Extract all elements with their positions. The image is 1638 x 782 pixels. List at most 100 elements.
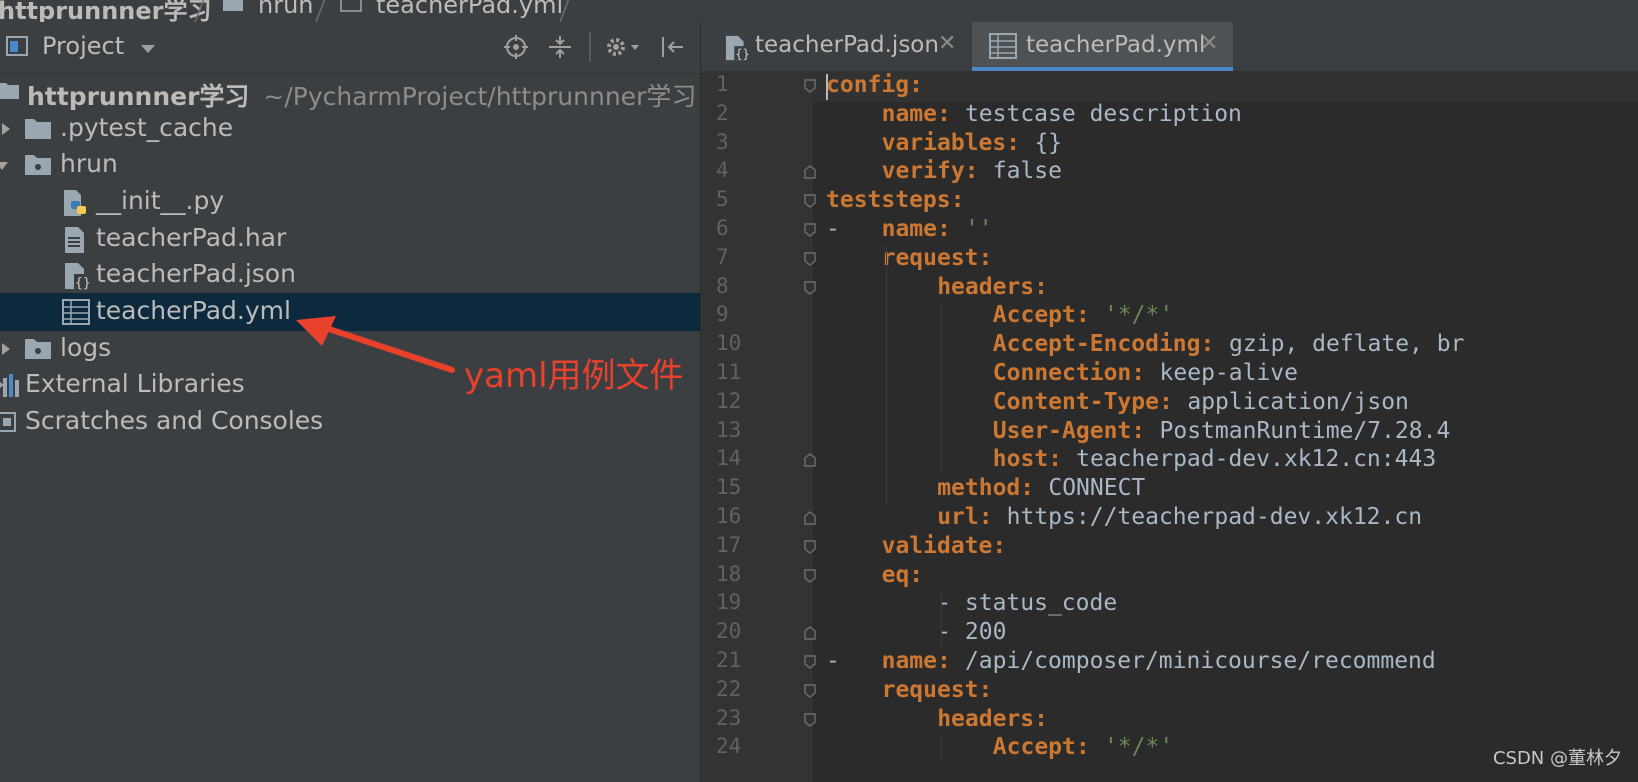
fold-marker-icon[interactable]	[804, 684, 816, 698]
yaml-key: config:	[826, 72, 923, 98]
yaml-key: Connection:	[992, 360, 1146, 386]
yaml-value: testcase description	[951, 100, 1242, 127]
code-line[interactable]: 18- eq:	[701, 562, 1638, 592]
code-line[interactable]: 17 validate:	[701, 533, 1638, 563]
package-folder-icon	[25, 339, 51, 359]
fold-marker-icon[interactable]	[804, 165, 816, 180]
code-line[interactable]: 14 host: teacherpad-dev.xk12.cn:443	[701, 446, 1638, 476]
code-line[interactable]: 16 url: https://teacherpad-dev.xk12.cn	[701, 504, 1638, 534]
tree-item-pytest-cache[interactable]: .pytest_cache	[0, 110, 700, 148]
close-icon[interactable]: ✕	[938, 31, 956, 56]
code-line[interactable]: 2 name: testcase description	[701, 101, 1638, 131]
yaml-value: {}	[1020, 129, 1063, 156]
line-number: 13	[716, 417, 742, 442]
tree-item-init-py[interactable]: __init__.py	[0, 183, 700, 221]
fold-marker-icon[interactable]	[804, 194, 816, 209]
yaml-key: teststeps:	[826, 187, 965, 214]
code-line[interactable]: 6 - name: ''	[701, 216, 1638, 246]
tree-item-scratches[interactable]: Scratches and Consoles	[0, 403, 700, 441]
code-line[interactable]: 10 Accept-Encoding: gzip, deflate, br	[701, 331, 1638, 361]
fold-marker-icon[interactable]	[804, 540, 816, 554]
collapsed-arrow-icon[interactable]	[2, 343, 10, 355]
yaml-key: headers:	[937, 273, 1048, 300]
yaml-value: teacherpad-dev.xk12.cn:443	[1062, 446, 1437, 473]
close-icon[interactable]: ✕	[1200, 31, 1218, 56]
fold-marker-icon[interactable]	[804, 280, 816, 295]
code-line[interactable]: 8 headers:	[701, 274, 1638, 304]
fold-marker-icon[interactable]	[804, 79, 816, 93]
chevron-down-icon[interactable]	[140, 44, 156, 54]
code-line[interactable]: 11 Connection: keep-alive	[701, 360, 1638, 390]
yaml-key: host:	[992, 446, 1063, 473]
yaml-key: verify:	[881, 158, 979, 185]
yaml-key: url:	[937, 504, 993, 530]
list-dash: -	[826, 216, 840, 242]
line-number: 17	[716, 532, 742, 557]
breadcrumb-item-project[interactable]: httprunnner学习	[0, 0, 212, 22]
tree-item-project-root[interactable]: httprunnner学习 ~/PycharmProject/httprunnne…	[0, 74, 700, 112]
fold-marker-icon[interactable]	[804, 252, 816, 266]
collapse-all-icon[interactable]	[547, 34, 573, 60]
line-number: 23	[716, 705, 742, 730]
locate-target-icon[interactable]	[503, 34, 529, 60]
gear-icon[interactable]	[604, 34, 642, 60]
line-number: 5	[716, 187, 729, 212]
fold-marker-icon[interactable]	[804, 712, 816, 727]
code-area[interactable]: 1 config: 2 name: testcase description 3 vari…	[701, 72, 1638, 782]
line-number: 19	[716, 590, 742, 615]
package-folder-icon	[223, 0, 243, 11]
hide-panel-icon[interactable]	[660, 34, 686, 60]
yaml-key: headers:	[937, 705, 1048, 732]
tree-item-hrun[interactable]: hrun	[0, 146, 700, 184]
code-line[interactable]: 5 teststeps:	[701, 187, 1638, 217]
tab-teacherpad-yml[interactable]: teacherPad.yml ✕	[972, 22, 1233, 71]
yaml-key: variables:	[881, 129, 1021, 156]
code-line[interactable]: 19 - status_code	[701, 590, 1638, 620]
code-line[interactable]: 15 method: CONNECT	[701, 475, 1638, 505]
tree-item-label: teacherPad.har	[96, 223, 287, 252]
fold-marker-icon[interactable]	[804, 511, 816, 525]
code-line[interactable]: 9 Accept: '*/*'	[701, 302, 1638, 332]
tree-item-label: .pytest_cache	[60, 113, 234, 142]
tree-item-teacherpad-json[interactable]: {} teacherPad.json	[0, 256, 700, 294]
yaml-file-icon	[340, 0, 362, 12]
code-line[interactable]: 12 Content-Type: application/json	[701, 389, 1638, 419]
yaml-key: Content-Type:	[992, 388, 1173, 415]
tab-teacherpad-json[interactable]: {} teacherPad.json ✕	[701, 22, 971, 71]
code-line[interactable]: 20 - 200	[701, 619, 1638, 649]
line-number: 12	[716, 388, 742, 413]
code-line[interactable]: 22 request:	[701, 677, 1638, 707]
code-line[interactable]: 21 - name: /api/composer/minicourse/recomm…	[701, 648, 1638, 678]
yaml-key: method:	[937, 475, 1035, 502]
list-dash: -	[826, 648, 840, 674]
indent-guide	[941, 734, 943, 764]
fold-marker-icon[interactable]	[804, 626, 816, 640]
fold-marker-icon[interactable]	[804, 223, 816, 237]
line-number: 2	[716, 100, 729, 125]
expanded-arrow-icon[interactable]	[0, 162, 8, 170]
project-view-selector[interactable]: Project	[42, 32, 124, 60]
tree-item-teacherpad-har[interactable]: teacherPad.har	[0, 220, 700, 258]
fold-marker-icon[interactable]	[804, 655, 816, 669]
yaml-key: Accept:	[992, 302, 1090, 329]
breadcrumb-item-hrun[interactable]: hrun	[258, 0, 314, 19]
code-line[interactable]: 1 config:	[701, 72, 1638, 102]
line-number: 24	[716, 734, 742, 759]
yaml-key: eq:	[881, 561, 924, 588]
yaml-key: request:	[881, 244, 993, 271]
line-number: 9	[716, 302, 729, 327]
editor-tab-bar: {} teacherPad.json ✕ teacherPad.yml ✕	[701, 22, 1638, 72]
fold-marker-icon[interactable]	[804, 568, 816, 583]
code-line[interactable]: 13 User-Agent: PostmanRuntime/7.28.4	[701, 418, 1638, 448]
line-number: 16	[716, 504, 742, 528]
code-line[interactable]: 3 variables: {}	[701, 130, 1638, 160]
breadcrumb-item-file[interactable]: teacherPad.yml	[376, 0, 563, 19]
code-line[interactable]: 23 headers:	[701, 706, 1638, 736]
tree-item-label: External Libraries	[25, 369, 245, 398]
project-view-icon	[6, 36, 28, 56]
code-line[interactable]: 4 verify: false	[701, 158, 1638, 188]
collapsed-arrow-icon[interactable]	[2, 123, 10, 135]
project-panel: Project httprunnner学习 ~/PycharmProject/ht…	[0, 22, 700, 782]
code-line[interactable]: 7 request:	[701, 245, 1638, 275]
fold-marker-icon[interactable]	[804, 453, 816, 468]
